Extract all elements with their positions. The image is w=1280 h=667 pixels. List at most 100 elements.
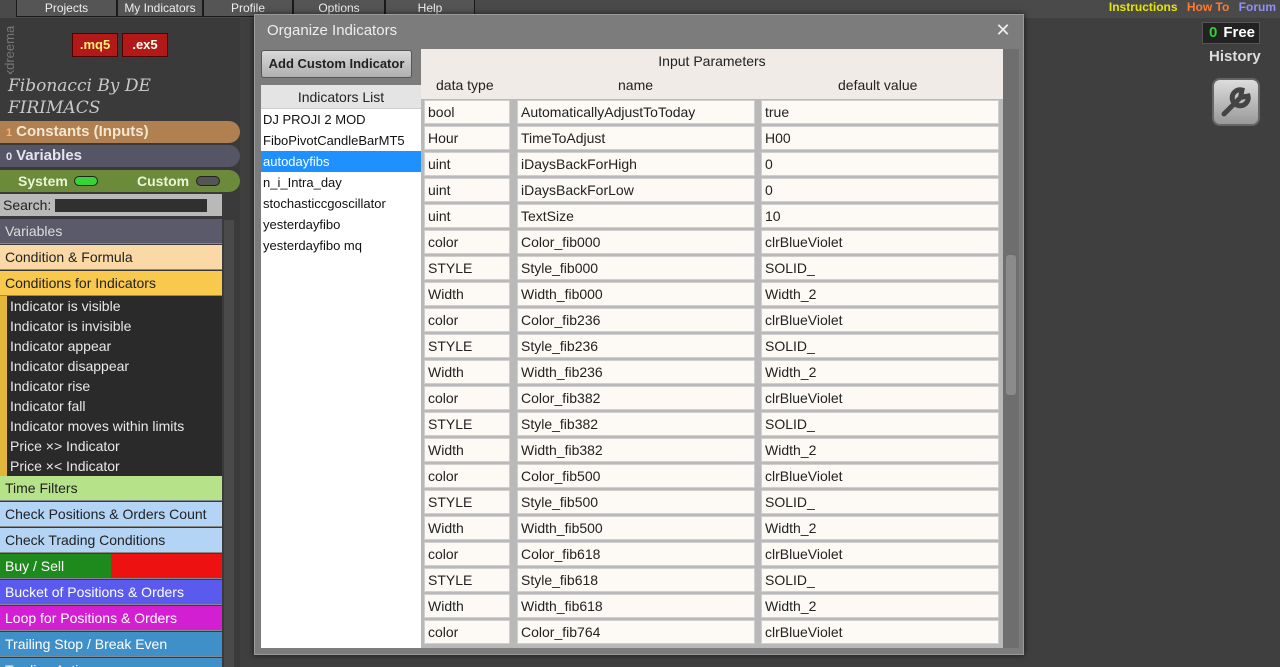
params-scrollbar[interactable]	[1003, 49, 1019, 648]
indicator-list-item[interactable]: n_i_Intra_day	[261, 172, 421, 193]
param-type-cell[interactable]: Width	[424, 360, 510, 384]
param-name-cell[interactable]: Style_fib236	[517, 334, 755, 358]
param-name-cell[interactable]: Width_fib236	[517, 360, 755, 384]
param-name-cell[interactable]: Style_fib500	[517, 490, 755, 514]
param-name-cell[interactable]: iDaysBackForLow	[517, 178, 755, 202]
param-default-cell[interactable]: 0	[761, 178, 999, 202]
category-loop[interactable]: Loop for Positions & Orders	[0, 606, 222, 631]
param-default-cell[interactable]: H00	[761, 126, 999, 150]
param-name-cell[interactable]: Color_fib764	[517, 620, 755, 644]
sidebar-scrollbar[interactable]	[224, 220, 234, 667]
param-name-cell[interactable]: Style_fib382	[517, 412, 755, 436]
param-default-cell[interactable]: 0	[761, 152, 999, 176]
how-to-link[interactable]: How To	[1187, 0, 1229, 14]
tab-projects[interactable]: Projects	[16, 0, 117, 17]
add-custom-indicator-button[interactable]: Add Custom Indicator	[261, 50, 412, 78]
category-condition-formula[interactable]: Condition & Formula	[0, 245, 222, 270]
system-toggle[interactable]	[74, 176, 98, 186]
variables-bar[interactable]: 0 Variables	[0, 145, 240, 167]
close-icon[interactable]: ✕	[993, 21, 1013, 41]
param-default-cell[interactable]: Width_2	[761, 594, 999, 618]
subitem-indicator-visible[interactable]: Indicator is visible	[7, 296, 222, 316]
indicator-list-item[interactable]: autodayfibs	[261, 151, 421, 172]
param-name-cell[interactable]: Color_fib500	[517, 464, 755, 488]
param-type-cell[interactable]: STYLE	[424, 334, 510, 358]
category-check-trading[interactable]: Check Trading Conditions	[0, 528, 222, 553]
param-default-cell[interactable]: SOLID_	[761, 412, 999, 436]
param-name-cell[interactable]: TimeToAdjust	[517, 126, 755, 150]
param-default-cell[interactable]: clrBlueViolet	[761, 230, 999, 254]
category-buy-sell[interactable]: Buy / Sell	[0, 554, 222, 579]
search-input[interactable]	[55, 199, 207, 212]
param-default-cell[interactable]: clrBlueViolet	[761, 386, 999, 410]
param-name-cell[interactable]: Width_fib000	[517, 282, 755, 306]
param-type-cell[interactable]: uint	[424, 204, 510, 228]
param-name-cell[interactable]: Color_fib382	[517, 386, 755, 410]
param-type-cell[interactable]: color	[424, 308, 510, 332]
param-type-cell[interactable]: Width	[424, 438, 510, 462]
param-name-cell[interactable]: Style_fib000	[517, 256, 755, 280]
category-check-positions[interactable]: Check Positions & Orders Count	[0, 502, 222, 527]
param-default-cell[interactable]: clrBlueViolet	[761, 620, 999, 644]
subitem-indicator-moves-limits[interactable]: Indicator moves within limits	[7, 416, 222, 436]
subitem-indicator-rise[interactable]: Indicator rise	[7, 376, 222, 396]
param-type-cell[interactable]: uint	[424, 178, 510, 202]
param-default-cell[interactable]: SOLID_	[761, 334, 999, 358]
constants-bar[interactable]: 1 Constants (Inputs)	[0, 121, 240, 143]
param-type-cell[interactable]: Hour	[424, 126, 510, 150]
param-type-cell[interactable]: STYLE	[424, 490, 510, 514]
param-name-cell[interactable]: Color_fib236	[517, 308, 755, 332]
param-default-cell[interactable]: Width_2	[761, 360, 999, 384]
ex5-button[interactable]: .ex5	[122, 33, 168, 57]
subitem-price-cross-above[interactable]: Price ×> Indicator	[7, 436, 222, 456]
wrench-icon[interactable]	[1212, 78, 1260, 126]
param-type-cell[interactable]: STYLE	[424, 412, 510, 436]
category-variables[interactable]: Variables	[0, 219, 222, 244]
param-type-cell[interactable]: color	[424, 620, 510, 644]
category-bucket[interactable]: Bucket of Positions & Orders	[0, 580, 222, 605]
param-default-cell[interactable]: SOLID_	[761, 568, 999, 592]
param-name-cell[interactable]: iDaysBackForHigh	[517, 152, 755, 176]
indicator-list-item[interactable]: stochasticcgoscillator	[261, 193, 421, 214]
subitem-indicator-disappear[interactable]: Indicator disappear	[7, 356, 222, 376]
forum-link[interactable]: Forum	[1239, 0, 1276, 14]
param-type-cell[interactable]: Width	[424, 594, 510, 618]
param-default-cell[interactable]: true	[761, 100, 999, 124]
param-default-cell[interactable]: Width_2	[761, 438, 999, 462]
param-name-cell[interactable]: Width_fib500	[517, 516, 755, 540]
param-type-cell[interactable]: color	[424, 386, 510, 410]
param-type-cell[interactable]: Width	[424, 282, 510, 306]
subitem-indicator-invisible[interactable]: Indicator is invisible	[7, 316, 222, 336]
param-type-cell[interactable]: color	[424, 230, 510, 254]
subitem-indicator-appear[interactable]: Indicator appear	[7, 336, 222, 356]
param-type-cell[interactable]: color	[424, 542, 510, 566]
param-name-cell[interactable]: Color_fib618	[517, 542, 755, 566]
subitem-indicator-fall[interactable]: Indicator fall	[7, 396, 222, 416]
param-default-cell[interactable]: 10	[761, 204, 999, 228]
instructions-link[interactable]: Instructions	[1109, 0, 1178, 14]
params-scroll-thumb[interactable]	[1006, 255, 1016, 395]
param-default-cell[interactable]: clrBlueViolet	[761, 464, 999, 488]
param-name-cell[interactable]: AutomaticallyAdjustToToday	[517, 100, 755, 124]
category-time-filters[interactable]: Time Filters	[0, 476, 222, 501]
param-default-cell[interactable]: Width_2	[761, 282, 999, 306]
indicator-list-item[interactable]: DJ PROJI 2 MOD	[261, 109, 421, 130]
param-name-cell[interactable]: TextSize	[517, 204, 755, 228]
param-type-cell[interactable]: bool	[424, 100, 510, 124]
param-name-cell[interactable]: Width_fib618	[517, 594, 755, 618]
param-type-cell[interactable]: STYLE	[424, 256, 510, 280]
param-name-cell[interactable]: Style_fib618	[517, 568, 755, 592]
param-default-cell[interactable]: SOLID_	[761, 256, 999, 280]
category-conditions-indicators[interactable]: Conditions for Indicators	[0, 271, 222, 296]
tab-my-indicators[interactable]: My Indicators	[117, 0, 203, 17]
param-default-cell[interactable]: SOLID_	[761, 490, 999, 514]
subitem-price-cross-below[interactable]: Price ×< Indicator	[7, 456, 222, 476]
param-default-cell[interactable]: clrBlueViolet	[761, 542, 999, 566]
mq5-button[interactable]: .mq5	[72, 33, 118, 57]
param-type-cell[interactable]: Width	[424, 516, 510, 540]
indicator-list-item[interactable]: yesterdayfibo mq	[261, 235, 421, 256]
indicator-list-item[interactable]: yesterdayfibo	[261, 214, 421, 235]
param-type-cell[interactable]: uint	[424, 152, 510, 176]
indicator-list-item[interactable]: FiboPivotCandleBarMT5	[261, 130, 421, 151]
param-name-cell[interactable]: Width_fib382	[517, 438, 755, 462]
